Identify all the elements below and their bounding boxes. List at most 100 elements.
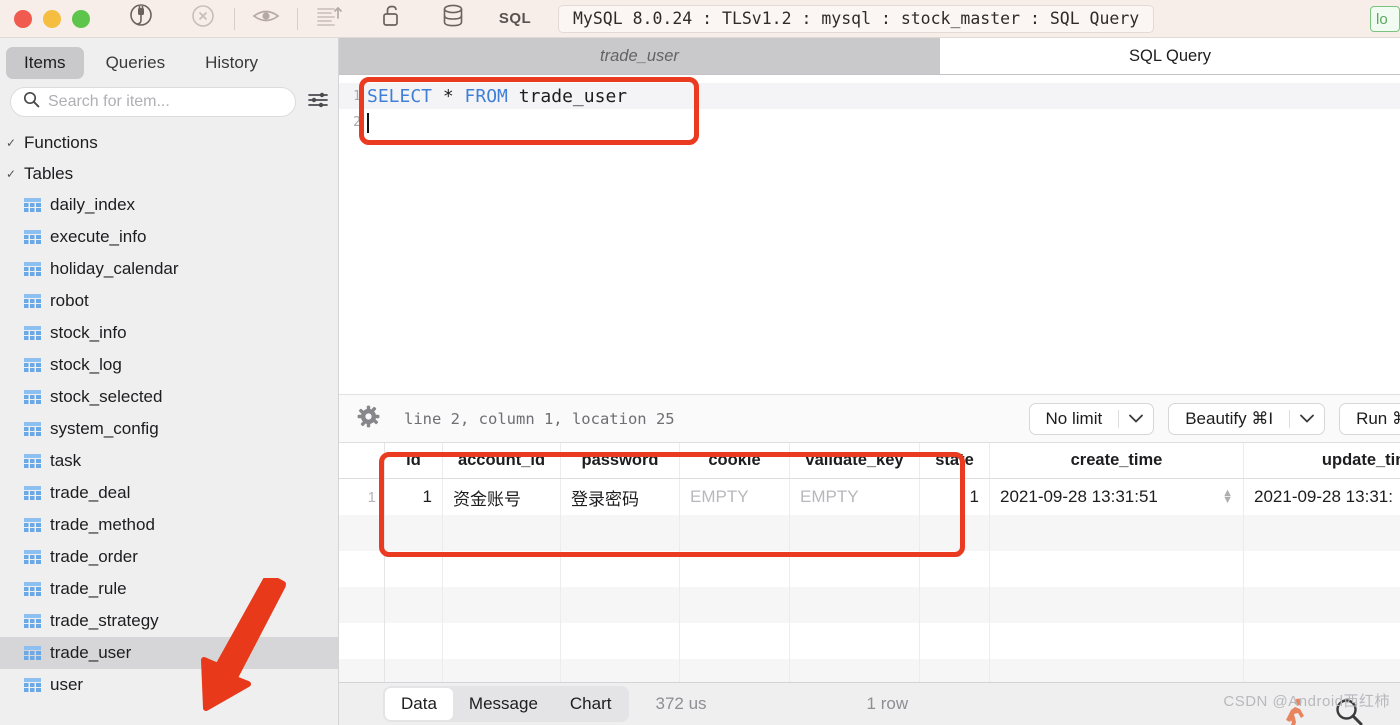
sort-button[interactable] xyxy=(298,0,360,38)
limit-dropdown-button[interactable] xyxy=(1119,414,1153,423)
sidebar-item-trade-order[interactable]: trade_order xyxy=(0,541,338,573)
empty-cell xyxy=(443,659,561,683)
sidebar-item-stock-info[interactable]: stock_info xyxy=(0,317,338,349)
title-bar: SQL MySQL 8.0.24 : TLSv1.2 : mysql : sto… xyxy=(0,0,1400,38)
empty-cell xyxy=(990,551,1244,587)
close-window-button[interactable] xyxy=(14,9,32,28)
sidebar-tab-queries[interactable]: Queries xyxy=(88,47,184,79)
unlock-padlock-icon xyxy=(379,3,403,34)
query-duration: 372 us xyxy=(655,694,707,713)
sidebar-item-daily-index[interactable]: daily_index xyxy=(0,189,338,221)
annotation-arrow xyxy=(201,578,286,711)
sliders-filter-icon xyxy=(307,90,329,115)
empty-cell xyxy=(920,587,990,623)
sidebar-item-system-config[interactable]: system_config xyxy=(0,413,338,445)
preview-eye-icon xyxy=(251,4,281,33)
connect-plug-button[interactable] xyxy=(110,0,172,38)
empty-row xyxy=(339,623,1400,659)
cell-id[interactable]: 1 xyxy=(385,479,443,515)
limit-button[interactable]: No limit xyxy=(1028,402,1155,435)
table-icon xyxy=(24,677,41,693)
table-icon xyxy=(24,549,41,565)
row-count: 1 row xyxy=(866,694,909,713)
run-label: Run ⌘ xyxy=(1356,408,1400,428)
cell-update-time[interactable]: 2021-09-28 13:31: xyxy=(1244,479,1400,515)
sql-mode-button[interactable]: SQL xyxy=(484,0,546,38)
tab-sql-query[interactable]: SQL Query xyxy=(940,38,1400,74)
tab-trade-user[interactable]: trade_user xyxy=(339,38,940,74)
sidebar-search-row: Search for item... xyxy=(0,83,338,125)
empty-cell xyxy=(680,623,790,659)
database-icon xyxy=(440,2,466,35)
minimize-window-button[interactable] xyxy=(43,9,61,28)
sidebar-tab-items[interactable]: Items xyxy=(6,47,84,79)
empty-cell xyxy=(680,551,790,587)
beautify-dropdown-button[interactable] xyxy=(1290,414,1324,423)
empty-cell xyxy=(680,659,790,683)
empty-cell xyxy=(990,623,1244,659)
database-button[interactable] xyxy=(422,0,484,38)
tab-chart[interactable]: Chart xyxy=(554,688,628,720)
csdn-watermark: CSDN @Android西红柿 xyxy=(1223,693,1390,710)
result-grid[interactable]: id account_id password cookie validate_k… xyxy=(339,443,1400,683)
sidebar-item-stock-selected[interactable]: stock_selected xyxy=(0,381,338,413)
edge-status-chip[interactable]: lo xyxy=(1370,6,1400,32)
grid-header-row: id account_id password cookie validate_k… xyxy=(339,443,1400,479)
column-header-account-id[interactable]: account_id xyxy=(443,443,561,478)
column-header-update-time[interactable]: update_time xyxy=(1244,443,1400,478)
column-header-state[interactable]: state xyxy=(920,443,990,478)
column-header-create-time[interactable]: create_time xyxy=(990,443,1244,478)
cell-create-time[interactable]: 2021-09-28 13:31:51 ▲ ▼ xyxy=(990,479,1244,515)
sidebar-item-stock-log[interactable]: stock_log xyxy=(0,349,338,381)
tab-data[interactable]: Data xyxy=(385,688,453,720)
search-input[interactable]: Search for item... xyxy=(10,87,296,117)
gear-icon[interactable] xyxy=(357,405,380,433)
table-icon xyxy=(24,453,41,469)
sidebar-item-task[interactable]: task xyxy=(0,445,338,477)
cell-account-id[interactable]: 资金账号 xyxy=(443,479,561,515)
sidebar-item-label: stock_selected xyxy=(50,387,163,406)
run-button[interactable]: Run ⌘ xyxy=(1339,402,1400,435)
preview-button[interactable] xyxy=(235,0,297,38)
datetime-stepper[interactable]: ▲ ▼ xyxy=(1222,488,1233,506)
column-header-password[interactable]: password xyxy=(561,443,680,478)
empty-cell xyxy=(1244,587,1400,623)
column-header-id[interactable]: id xyxy=(385,443,443,478)
sidebar-item-holiday-calendar[interactable]: holiday_calendar xyxy=(0,253,338,285)
column-header-cookie[interactable]: cookie xyxy=(680,443,790,478)
table-row[interactable]: 1 1 资金账号 登录密码 EMPTY EMPTY 1 2021-09-28 1… xyxy=(339,479,1400,515)
sql-star: * xyxy=(432,85,465,107)
sidebar-item-trade-deal[interactable]: trade_deal xyxy=(0,477,338,509)
tree-group-label: Tables xyxy=(24,163,74,183)
sql-label: SQL xyxy=(498,10,532,27)
tree-group-functions[interactable]: ✓ Functions xyxy=(0,127,338,158)
empty-row xyxy=(339,587,1400,623)
cell-validate-key[interactable]: EMPTY xyxy=(790,479,920,515)
sidebar-item-label: system_config xyxy=(50,419,159,438)
tab-message[interactable]: Message xyxy=(453,688,554,720)
table-icon xyxy=(24,485,41,501)
empty-cell xyxy=(1244,623,1400,659)
sidebar-item-label: execute_info xyxy=(50,227,147,246)
maximize-window-button[interactable] xyxy=(72,9,90,28)
tree-group-tables[interactable]: ✓ Tables xyxy=(0,158,338,189)
beautify-button[interactable]: Beautify ⌘I xyxy=(1168,402,1326,435)
column-header-validate-key[interactable]: validate_key xyxy=(790,443,920,478)
table-icon xyxy=(24,421,41,437)
sidebar-tab-history[interactable]: History xyxy=(187,47,276,79)
sidebar-item-execute-info[interactable]: execute_info xyxy=(0,221,338,253)
cell-state[interactable]: 1 xyxy=(920,479,990,515)
sidebar-item-label: holiday_calendar xyxy=(50,259,179,278)
sidebar-item-robot[interactable]: robot xyxy=(0,285,338,317)
sidebar-item-label: trade_rule xyxy=(50,579,127,598)
cell-password[interactable]: 登录密码 xyxy=(561,479,680,515)
disconnect-button[interactable] xyxy=(172,0,234,38)
empty-cell xyxy=(990,659,1244,683)
filter-settings-button[interactable] xyxy=(306,90,330,115)
empty-cell xyxy=(790,551,920,587)
sidebar-item-trade-method[interactable]: trade_method xyxy=(0,509,338,541)
table-icon xyxy=(24,293,41,309)
sql-editor[interactable]: 1 SELECT * FROM trade_user 2 xyxy=(339,75,1400,395)
lock-button[interactable] xyxy=(360,0,422,38)
cell-cookie[interactable]: EMPTY xyxy=(680,479,790,515)
